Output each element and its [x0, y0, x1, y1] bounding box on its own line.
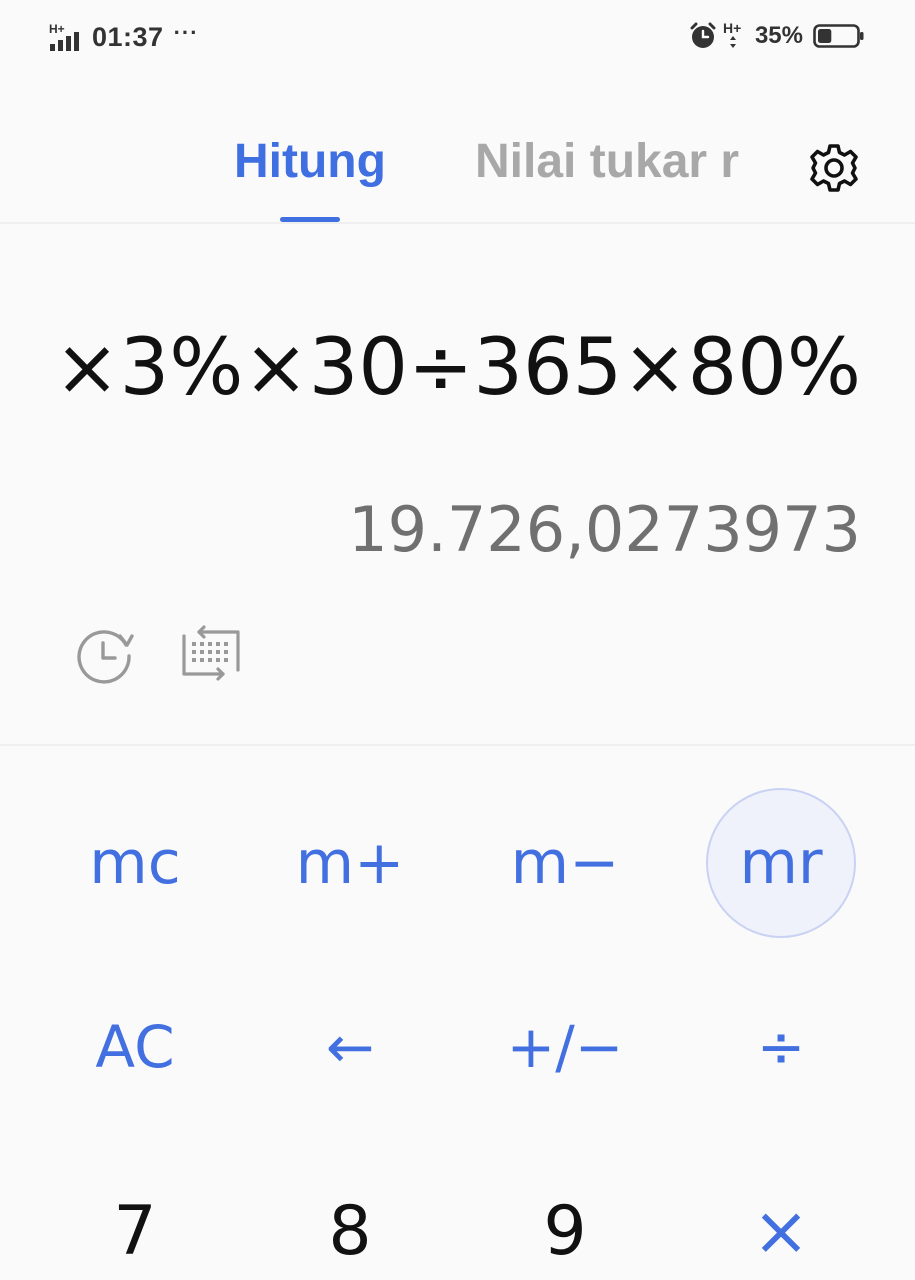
expression-text: 0×3%×30÷365×80%: [50, 323, 861, 413]
keyboard-switch-button[interactable]: [178, 622, 244, 684]
battery-icon: [813, 24, 864, 48]
history-icon: [77, 630, 134, 684]
digit-7-button[interactable]: 7: [60, 1156, 210, 1280]
m-plus-button[interactable]: m+: [275, 788, 425, 938]
calculator-screen: H+ 01:37 ··· H+ 35% Hitung Nilai tukar r…: [0, 0, 915, 1280]
keypad-divider: [0, 744, 915, 746]
digit-8-button[interactable]: 8: [275, 1156, 425, 1280]
battery-percent: 35%: [754, 22, 803, 49]
tab-nilai-tukar[interactable]: Nilai tukar r: [475, 134, 740, 189]
status-overflow-dots: ···: [173, 20, 199, 45]
plus-minus-button[interactable]: +/−: [490, 972, 640, 1122]
divide-button[interactable]: ÷: [706, 972, 856, 1122]
signal-icon: H+: [49, 22, 79, 51]
status-left: H+ 01:37 ···: [48, 20, 199, 54]
gear-icon: [810, 144, 858, 192]
tab-divider: [0, 222, 915, 224]
network-type-icon: H+: [723, 20, 741, 48]
ac-button[interactable]: AC: [60, 972, 210, 1122]
tab-hitung[interactable]: Hitung: [234, 134, 386, 189]
status-right: H+ 35%: [689, 18, 865, 54]
alarm-icon: [690, 22, 716, 48]
m-minus-button[interactable]: m−: [490, 788, 640, 938]
status-time: 01:37: [92, 21, 164, 52]
network-type-label: H+: [723, 20, 741, 36]
mr-button[interactable]: mr: [706, 788, 856, 938]
backspace-button[interactable]: ←: [275, 972, 425, 1122]
digit-9-button[interactable]: 9: [490, 1156, 640, 1280]
tab-bar: Hitung Nilai tukar r: [0, 110, 915, 222]
mc-button[interactable]: mc: [60, 788, 210, 938]
history-button[interactable]: [74, 624, 136, 684]
expression-display[interactable]: 0×3%×30÷365×80%: [50, 318, 861, 418]
keyboard-switch-icon: [182, 625, 240, 681]
result-display: 19.726,0273973: [348, 493, 861, 566]
settings-button[interactable]: [806, 140, 862, 196]
multiply-button[interactable]: ×: [706, 1156, 856, 1280]
signal-network-label: H+: [49, 22, 65, 36]
status-bar: H+ 01:37 ··· H+ 35%: [0, 0, 915, 74]
